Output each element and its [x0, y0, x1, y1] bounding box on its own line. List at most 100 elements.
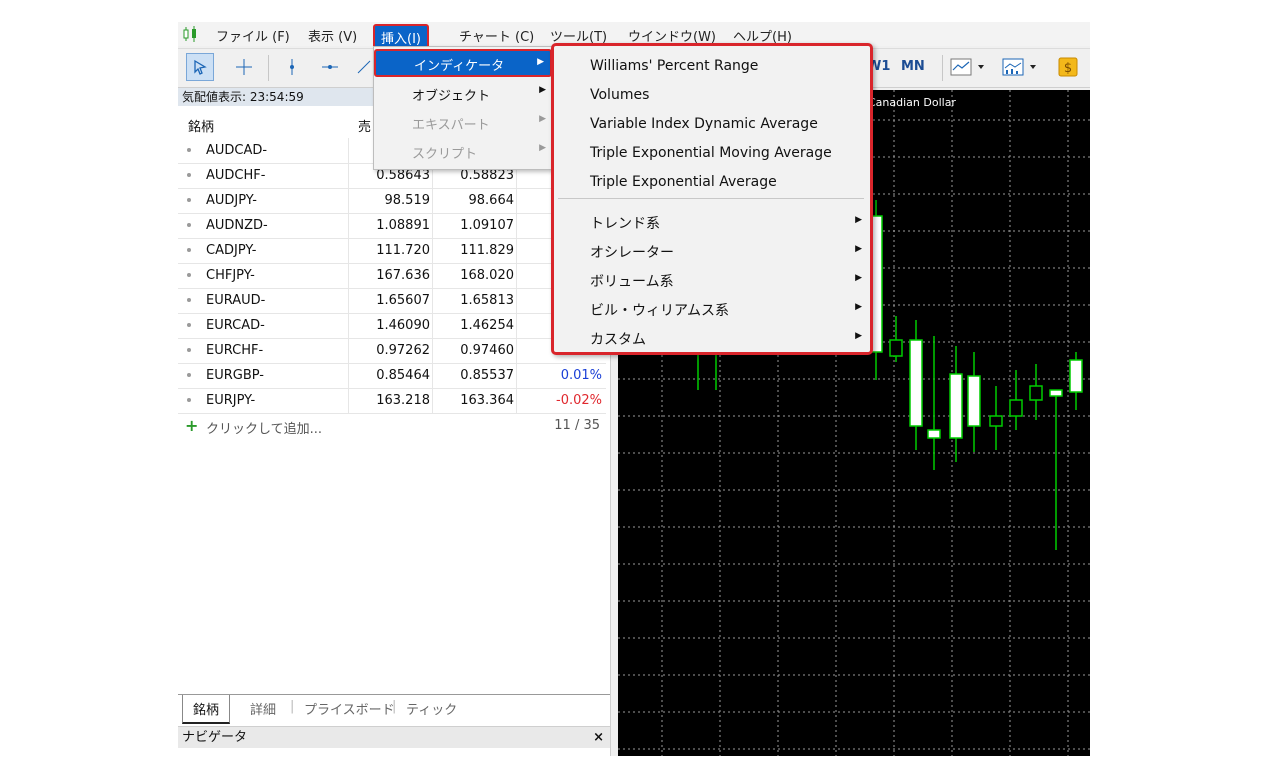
vertical-line-icon — [290, 59, 294, 75]
indicator-volumes[interactable]: Volumes — [554, 81, 870, 109]
indicator-trix[interactable]: Triple Exponential Average — [554, 168, 870, 196]
header-symbol[interactable]: 銘柄 — [188, 116, 214, 135]
ask-price: 0.97460 — [460, 343, 514, 358]
bid-price: 111.720 — [376, 243, 430, 258]
group-oscillators[interactable]: オシレーター ▶ — [554, 236, 870, 264]
candle-body — [1069, 359, 1083, 393]
candle-body — [889, 339, 903, 357]
plus-icon: + — [185, 416, 199, 435]
candlestick-logo-icon — [183, 26, 196, 42]
menu-separator — [558, 198, 864, 199]
daily-change: 0.01% — [560, 368, 602, 383]
indicators-button[interactable] — [1000, 53, 1044, 81]
insert-dropdown-menu: インディケータ ▶ オブジェクト ▶ エキスパート ▶ スクリプト ▶ — [373, 46, 553, 170]
navigator-close-icon[interactable]: × — [593, 727, 604, 749]
horizontal-line-icon — [322, 65, 338, 69]
menu-item-indicators[interactable]: インディケータ ▶ — [374, 49, 552, 77]
ask-price: 98.664 — [468, 193, 515, 208]
timeframe-mn[interactable]: MN — [901, 59, 925, 74]
chart-type-button[interactable] — [948, 53, 992, 81]
status-dot-icon — [187, 148, 191, 152]
table-row[interactable]: AUDNZD- 1.08891 1.09107 — [178, 213, 606, 239]
indicator-williams-percent-range[interactable]: Williams' Percent Range — [554, 52, 870, 80]
candle-body — [1009, 399, 1023, 417]
vertical-line-button[interactable] — [278, 53, 306, 81]
ask-price: 111.829 — [460, 243, 514, 258]
status-dot-icon — [187, 398, 191, 402]
horizontal-line-button[interactable] — [316, 53, 344, 81]
crosshair-tool-button[interactable] — [230, 53, 258, 81]
symbol-name: AUDCAD- — [206, 143, 268, 158]
submenu-arrow-icon: ▶ — [537, 57, 544, 67]
indicator-vidya[interactable]: Variable Index Dynamic Average — [554, 110, 870, 138]
group-bill-williams[interactable]: ビル・ウィリアムス系 ▶ — [554, 294, 870, 322]
status-dot-icon — [187, 273, 191, 277]
cursor-tool-button[interactable] — [186, 53, 214, 81]
submenu-arrow-icon: ▶ — [539, 85, 546, 95]
tab-symbols[interactable]: 銘柄 — [182, 695, 231, 724]
line-chart-icon — [950, 58, 984, 76]
menu-view[interactable]: 表示 (V) — [308, 26, 357, 45]
navigator-title: ナビゲータ — [182, 730, 248, 745]
status-dot-icon — [187, 223, 191, 227]
table-row[interactable]: EURCHF- 0.97262 0.97460 — [178, 338, 606, 364]
tab-details[interactable]: 詳細 — [250, 699, 276, 718]
submenu-arrow-icon: ▶ — [539, 114, 546, 124]
table-row[interactable]: AUDJPY- 98.519 98.664 — [178, 188, 606, 214]
market-button[interactable]: $ — [1054, 53, 1082, 81]
bid-price: 1.08891 — [376, 218, 430, 233]
symbol-name: CHFJPY- — [206, 268, 255, 283]
candle-body — [1029, 385, 1043, 401]
status-dot-icon — [187, 323, 191, 327]
candle-body — [989, 415, 1003, 427]
tab-price-board[interactable]: プライスボード — [304, 699, 395, 718]
ask-price: 1.65813 — [460, 293, 514, 308]
submenu-arrow-icon: ▶ — [855, 331, 862, 341]
ask-price: 1.46254 — [460, 318, 514, 333]
ask-price: 163.364 — [460, 393, 514, 408]
candle-body — [909, 339, 923, 427]
table-row[interactable]: CADJPY- 111.720 111.829 — [178, 238, 606, 264]
table-row[interactable]: CHFJPY- 167.636 168.020 — [178, 263, 606, 289]
table-row[interactable]: EURAUD- 1.65607 1.65813 — [178, 288, 606, 314]
status-dot-icon — [187, 248, 191, 252]
candle-body — [1049, 389, 1063, 397]
symbol-name: EURGBP- — [206, 368, 264, 383]
menu-item-objects[interactable]: オブジェクト ▶ — [374, 79, 552, 107]
table-row[interactable]: EURJPY- 163.218 163.364 -0.02% — [178, 388, 606, 414]
bid-price: 0.85464 — [376, 368, 430, 383]
status-dot-icon — [187, 173, 191, 177]
bid-price: 1.65607 — [376, 293, 430, 308]
ask-price: 168.020 — [460, 268, 514, 283]
symbol-name: CADJPY- — [206, 243, 257, 258]
svg-text:$: $ — [1064, 61, 1072, 76]
bid-price: 167.636 — [376, 268, 430, 283]
ask-price: 0.85537 — [460, 368, 514, 383]
indicators-submenu: Williams' Percent Range Volumes Variable… — [551, 43, 873, 355]
candle-body — [927, 429, 941, 439]
symbol-name: EURCAD- — [206, 318, 265, 333]
submenu-arrow-icon: ▶ — [855, 244, 862, 254]
indicator-tema[interactable]: Triple Exponential Moving Average — [554, 139, 870, 167]
bid-price: 0.58643 — [376, 168, 430, 183]
menu-chart[interactable]: チャート (C) — [459, 26, 534, 45]
group-trend[interactable]: トレンド系 ▶ — [554, 207, 870, 235]
group-custom[interactable]: カスタム ▶ — [554, 323, 870, 351]
table-row[interactable]: EURCAD- 1.46090 1.46254 — [178, 313, 606, 339]
status-dot-icon — [187, 348, 191, 352]
submenu-arrow-icon: ▶ — [855, 273, 862, 283]
table-row[interactable]: EURGBP- 0.85464 0.85537 0.01% — [178, 363, 606, 389]
status-dot-icon — [187, 373, 191, 377]
symbol-name: AUDJPY- — [206, 193, 257, 208]
header-bid[interactable]: 売 — [358, 116, 371, 135]
chart-symbol-title: Canadian Dollar — [868, 96, 956, 109]
submenu-arrow-icon: ▶ — [855, 215, 862, 225]
indicator-chart-icon — [1002, 58, 1036, 76]
group-volumes[interactable]: ボリューム系 ▶ — [554, 265, 870, 293]
add-symbol-row[interactable]: + クリックして追加... 11 / 35 — [178, 414, 606, 437]
menu-file[interactable]: ファイル (F) — [216, 26, 290, 45]
daily-change: -0.02% — [556, 393, 602, 408]
menu-item-experts: エキスパート ▶ — [412, 114, 546, 133]
trendline-icon — [357, 60, 371, 74]
tab-ticks[interactable]: ティック — [406, 699, 457, 718]
